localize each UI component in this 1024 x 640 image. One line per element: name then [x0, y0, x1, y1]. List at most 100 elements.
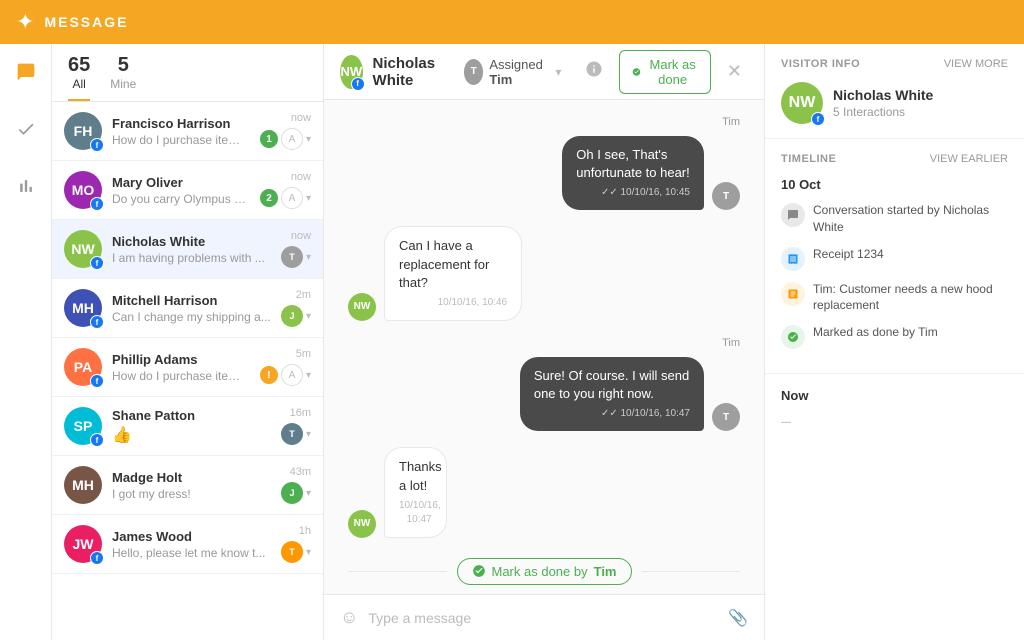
visitor-avatar: NW f [781, 82, 823, 124]
conv-info: Phillip Adams How do I purchase items on… [112, 352, 250, 383]
conv-time: 43m [290, 466, 311, 478]
conv-time: 2m [296, 289, 311, 301]
fb-badge-icon [90, 197, 104, 211]
timeline-header: TIMELINE VIEW EARLIER [781, 153, 1008, 165]
chevron-down-icon[interactable]: ▾ [306, 547, 311, 558]
conv-name: Mitchell Harrison [112, 293, 271, 308]
nav-messages-icon[interactable] [10, 56, 42, 93]
chevron-down-icon[interactable]: ▾ [306, 134, 311, 145]
assigned-badge: T Assigned Tim ▾ [464, 57, 562, 87]
message-bubble: Oh I see, That's unfortunate to hear! ✓✓… [562, 136, 704, 210]
conv-badge: ! [260, 366, 278, 384]
user-avatar: NW [348, 510, 376, 538]
info-button[interactable] [579, 54, 609, 89]
conv-time: 1h [299, 525, 311, 537]
fb-badge-icon [90, 256, 104, 270]
assign-button[interactable]: A [281, 128, 303, 150]
message-bubble: Thanks a lot! 10/10/16, 10:47 [384, 447, 447, 537]
visitor-card: NW f Nicholas White 5 Interactions [781, 82, 1008, 124]
conv-preview: Hello, please let me know t... [112, 546, 271, 560]
view-more-link[interactable]: VIEW MORE [944, 58, 1008, 70]
assign-avatar[interactable]: T [281, 246, 303, 268]
conv-time: 16m [290, 407, 311, 419]
list-item[interactable]: MO Mary Oliver Do you carry Olympus OM..… [52, 161, 323, 220]
chevron-down-icon[interactable]: ▾ [306, 252, 311, 263]
conv-name: James Wood [112, 529, 271, 544]
avatar: MO [64, 171, 102, 209]
conv-badge: 2 [260, 189, 278, 207]
assigned-user-avatar: T [464, 59, 484, 85]
list-item[interactable]: MH Madge Holt I got my dress! 43m J ▾ [52, 456, 323, 515]
message-row: NW Thanks a lot! 10/10/16, 10:47 [348, 447, 740, 537]
conv-info: Mary Oliver Do you carry Olympus OM... [112, 175, 250, 206]
conv-badge: 1 [260, 130, 278, 148]
conversation-items: FH Francisco Harrison How do I purchase … [52, 102, 323, 640]
conversations-list: 65 All 5 Mine FH Francisco Harrison How … [52, 44, 324, 640]
conv-meta: now T ▾ [281, 230, 311, 268]
visitor-name: Nicholas White [833, 87, 933, 103]
list-item[interactable]: MH Mitchell Harrison Can I change my shi… [52, 279, 323, 338]
smiley-icon[interactable]: ☺ [340, 607, 358, 628]
assign-button[interactable]: A [281, 187, 303, 209]
tab-mine-count: 5 [118, 54, 129, 77]
chevron-down-icon[interactable]: ▾ [306, 311, 311, 322]
conv-preview: I am having problems with ... [112, 251, 271, 265]
attachment-icon[interactable]: 📎 [728, 608, 748, 628]
message-input[interactable] [368, 610, 718, 626]
message-time: 10/10/16, 10:47 [399, 499, 432, 527]
list-item[interactable]: NW Nicholas White I am having problems w… [52, 220, 323, 279]
now-value: – [781, 411, 1008, 432]
fb-badge-icon [90, 374, 104, 388]
agent-avatar: T [712, 403, 740, 431]
conv-preview: Do you carry Olympus OM... [112, 192, 250, 206]
messages-container: Tim T Oh I see, That's unfortunate to he… [324, 100, 764, 594]
now-section: Now – [765, 374, 1024, 446]
chat-icon [781, 203, 805, 227]
user-avatar: NW [348, 293, 376, 321]
tab-mine[interactable]: 5 Mine [110, 54, 136, 101]
agent-avatar: T [712, 182, 740, 210]
chevron-down-icon[interactable]: ▾ [306, 193, 311, 204]
tab-all[interactable]: 65 All [68, 54, 90, 101]
assign-avatar[interactable]: T [281, 541, 303, 563]
timeline-item: Tim: Customer needs a new hood replaceme… [781, 281, 1008, 315]
conv-meta: 5m ! A ▾ [260, 348, 311, 386]
conv-preview: I got my dress! [112, 487, 271, 501]
conv-name: Francisco Harrison [112, 116, 250, 131]
timeline-item: Receipt 1234 [781, 246, 1008, 271]
view-earlier-link[interactable]: VIEW EARLIER [930, 153, 1008, 165]
assign-avatar[interactable]: J [281, 482, 303, 504]
conv-info: Madge Holt I got my dress! [112, 470, 271, 501]
avatar: MH [64, 466, 102, 504]
receipt-icon [781, 247, 805, 271]
list-item[interactable]: SP f Shane Patton 👍 16m T ▾ [52, 397, 323, 456]
nav-check-icon[interactable] [10, 113, 42, 150]
visitor-info-title: VISITOR INFO [781, 58, 860, 70]
assign-button[interactable]: A [281, 364, 303, 386]
chevron-down-icon[interactable]: ▾ [306, 429, 311, 440]
chevron-down-icon[interactable]: ▾ [306, 488, 311, 499]
chat-contact-name: Nicholas White [373, 55, 444, 89]
conv-time: now [291, 171, 311, 183]
conv-info: Nicholas White I am having problems with… [112, 234, 271, 265]
timeline-text: Marked as done by Tim [813, 324, 938, 341]
list-item[interactable]: FH Francisco Harrison How do I purchase … [52, 102, 323, 161]
conv-time: now [291, 230, 311, 242]
nav-chart-icon[interactable] [10, 170, 42, 207]
close-button[interactable]: ✕ [721, 55, 748, 88]
done-icon [781, 325, 805, 349]
mark-done-label: Mark as done [647, 57, 698, 87]
conv-meta: 2m J ▾ [281, 289, 311, 327]
assign-avatar[interactable]: J [281, 305, 303, 327]
list-item[interactable]: PA Phillip Adams How do I purchase items… [52, 338, 323, 397]
note-icon [781, 282, 805, 306]
mark-done-button[interactable]: Mark as done [619, 50, 711, 94]
assign-avatar[interactable]: T [281, 423, 303, 445]
chevron-down-icon[interactable]: ▾ [555, 65, 561, 79]
message-time: ✓✓ 10/10/16, 10:47 [534, 407, 690, 421]
msg-sender-label: Tim [348, 337, 740, 349]
tab-all-label: All [72, 77, 85, 91]
chevron-down-icon[interactable]: ▾ [306, 370, 311, 381]
message-row: T Sure! Of course. I will send one to yo… [348, 357, 740, 431]
list-item[interactable]: JW f James Wood Hello, please let me kno… [52, 515, 323, 574]
